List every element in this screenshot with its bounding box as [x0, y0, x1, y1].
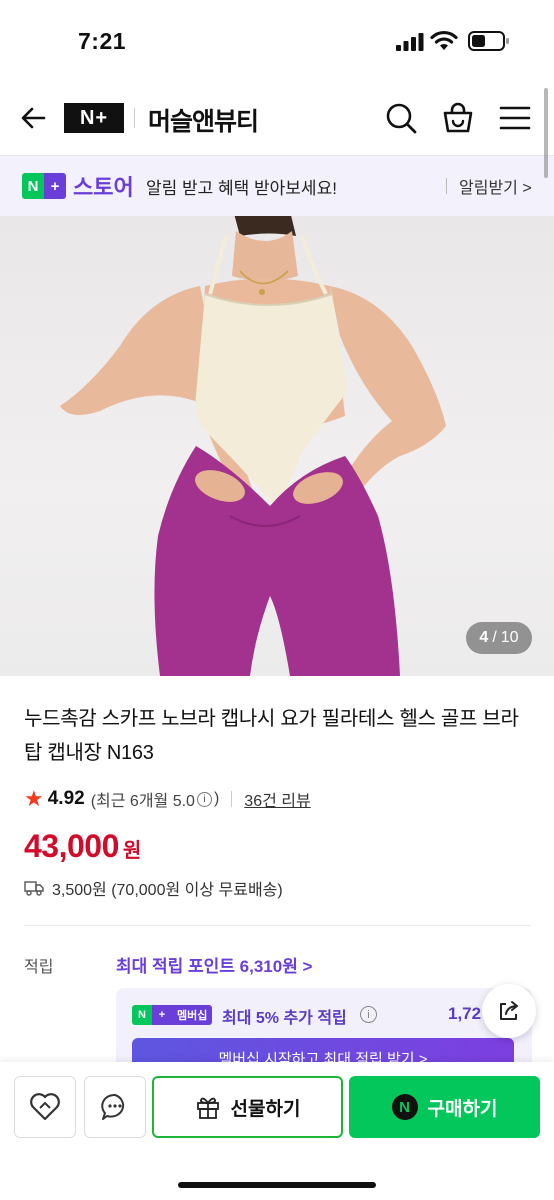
review-count-link[interactable]: 36건 리뷰 — [244, 787, 310, 811]
product-title: 누드촉감 스카프 노브라 캡나시 요가 필라테스 헬스 골프 브라탑 캡내장 N… — [24, 708, 519, 764]
app-header: N+ 머슬앤뷰티 — [0, 80, 554, 156]
info-icon[interactable]: i — [360, 1006, 377, 1023]
naver-n-icon: N — [391, 1094, 418, 1120]
image-counter-current: 4 — [479, 629, 489, 646]
price: 43,000 원 — [24, 828, 141, 865]
max-points-link[interactable]: 최대 적립 포인트 6,310원 > — [116, 952, 312, 977]
back-arrow-icon[interactable] — [18, 102, 50, 134]
naver-plus-badge: N + — [22, 173, 66, 199]
share-button[interactable] — [482, 984, 536, 1038]
recent-rating-close: ) — [213, 790, 220, 807]
gift-button[interactable]: 선물하기 — [152, 1076, 343, 1138]
naver-plus-logo[interactable]: N+ — [64, 103, 124, 133]
home-indicator — [178, 1182, 376, 1188]
heart-icon — [30, 1093, 60, 1121]
shipping-info: 3,500원 (70,000원 이상 무료배송) — [24, 876, 283, 900]
store-label: 스토어 — [73, 175, 134, 200]
header-divider — [134, 108, 135, 128]
cellular-signal-icon — [396, 33, 424, 51]
rating-score: 4.92 — [47, 788, 85, 809]
gift-icon — [196, 1097, 219, 1119]
wishlist-button[interactable] — [14, 1076, 76, 1138]
recent-rating: (최근 6개월 5.0 — [90, 793, 195, 810]
buy-label: 구매하기 — [427, 1098, 498, 1120]
points-label: 적립 — [24, 959, 54, 976]
battery-icon — [468, 31, 509, 51]
store-name[interactable]: 머슬앤뷰티 — [148, 102, 259, 138]
menu-icon[interactable] — [497, 100, 533, 136]
image-counter: 4 / 10 — [466, 622, 532, 654]
membership-badge: N + 멤버십 — [132, 1005, 213, 1025]
talk-talk-button[interactable] — [84, 1076, 146, 1138]
share-icon — [500, 1001, 518, 1020]
banner-message: 알림 받고 혜택 받아보세요! — [146, 179, 337, 198]
star-icon: ★ — [24, 786, 44, 811]
price-amount: 43,000 — [24, 828, 119, 864]
rating-divider — [231, 791, 233, 807]
buy-button[interactable]: N 구매하기 — [349, 1076, 540, 1138]
wifi-icon — [430, 30, 458, 50]
extra-points-text: 최대 5% 추가 적립 — [222, 1010, 347, 1027]
image-counter-separator: / — [492, 629, 497, 646]
product-image[interactable] — [0, 216, 554, 676]
notification-banner[interactable]: N + 스토어 알림 받고 혜택 받아보세요! 알림받기 > — [0, 156, 554, 216]
product-photo — [60, 216, 446, 676]
price-unit: 원 — [122, 840, 142, 862]
scrollbar[interactable] — [544, 88, 548, 178]
section-divider — [24, 925, 530, 926]
extra-points-amount: 1,72 — [448, 1004, 482, 1023]
banner-divider — [446, 178, 447, 194]
search-icon[interactable] — [383, 100, 419, 136]
subscribe-alarm-link[interactable]: 알림받기 > — [459, 174, 532, 198]
info-icon[interactable]: i — [196, 791, 212, 807]
truck-icon — [24, 881, 44, 896]
gift-label: 선물하기 — [230, 1098, 301, 1120]
image-counter-total: 10 — [500, 629, 519, 646]
status-time: 7:21 — [78, 28, 127, 54]
rating-row: ★ 4.92 (최근 6개월 5.0 i ) 36건 리뷰 — [24, 786, 311, 812]
bottom-action-bar: 선물하기 N 구매하기 — [0, 1062, 554, 1200]
membership-badge-label: 멤버십 — [172, 1005, 213, 1025]
status-bar: 7:21 — [0, 0, 554, 80]
chat-icon — [101, 1093, 125, 1120]
cart-icon[interactable] — [440, 100, 476, 136]
shipping-text: 3,500원 (70,000원 이상 무료배송) — [52, 882, 283, 899]
